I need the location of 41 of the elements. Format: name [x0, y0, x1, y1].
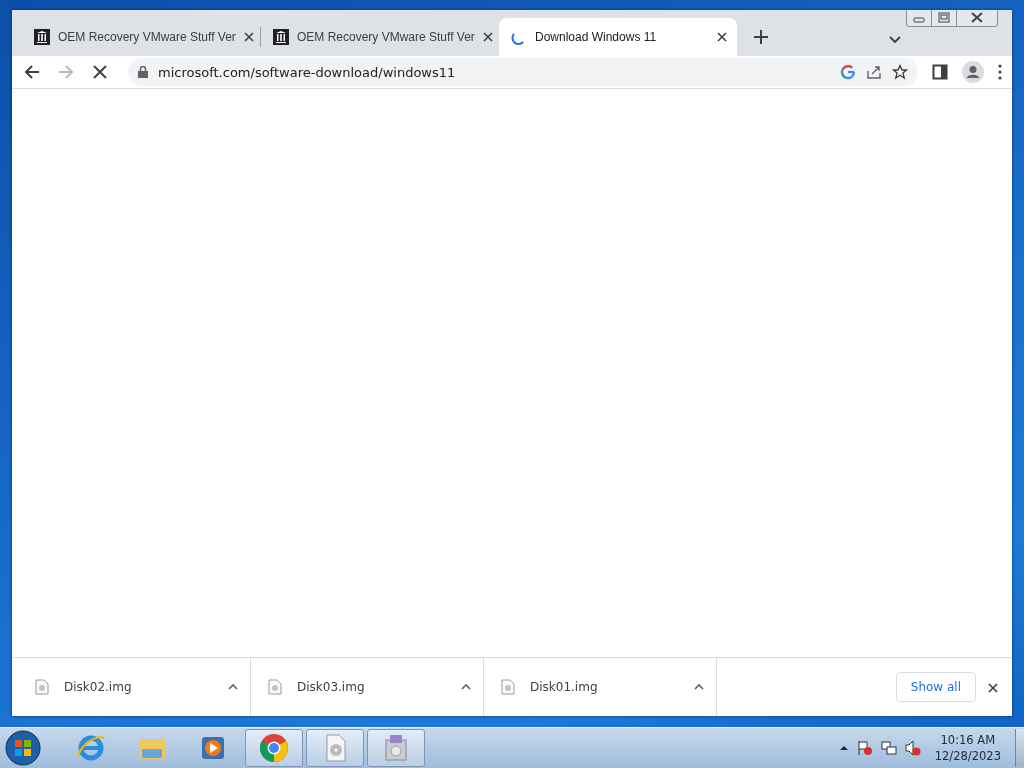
side-panel-icon[interactable] — [932, 64, 948, 80]
browser-tab[interactable]: OEM Recovery VMware Stuff Ver — [261, 18, 499, 56]
tab-close-icon[interactable] — [717, 32, 727, 42]
download-filename[interactable]: Disk02.img — [64, 680, 214, 694]
taskbar-button[interactable] — [245, 729, 303, 767]
download-filename[interactable]: Disk03.img — [297, 680, 447, 694]
download-filename[interactable]: Disk01.img — [530, 680, 680, 694]
google-g-icon[interactable] — [840, 64, 856, 80]
tab-close-icon[interactable] — [482, 32, 493, 42]
close-icon[interactable] — [988, 682, 998, 693]
museum-building-icon — [273, 29, 289, 45]
disc-file-icon — [500, 679, 516, 695]
star-icon[interactable] — [892, 64, 908, 80]
profile-avatar-icon[interactable] — [962, 61, 984, 83]
show-all-button[interactable]: Show all — [895, 672, 976, 702]
network-icon[interactable] — [880, 740, 897, 756]
browser-tab[interactable]: Download Windows 11 — [499, 18, 737, 56]
museum-building-icon — [34, 29, 50, 45]
flag-error-icon[interactable] — [856, 740, 873, 756]
chevron-down-icon[interactable] — [888, 34, 902, 44]
url-text: microsoft.com/software-download/windows11 — [158, 64, 457, 80]
show-desktop-button[interactable] — [1015, 729, 1024, 767]
tab-close-icon[interactable] — [243, 32, 254, 42]
show-hidden-icons-triangle-icon[interactable] — [838, 743, 849, 753]
browser-tab[interactable]: OEM Recovery VMware Stuff Ver — [22, 18, 260, 56]
disc-file-icon — [267, 679, 283, 695]
chrome-icon[interactable] — [258, 732, 290, 764]
taskbar-button[interactable] — [306, 729, 364, 767]
clock-date[interactable]: 12/28/2023 — [934, 748, 1001, 764]
lock-icon — [138, 66, 148, 78]
chevron-up-icon[interactable] — [228, 682, 238, 692]
share-icon[interactable] — [866, 64, 882, 80]
chevron-up-icon[interactable] — [461, 682, 471, 692]
address-bar[interactable]: microsoft.com/software-download/windows11 — [128, 58, 918, 86]
start-orb-icon[interactable] — [4, 729, 42, 767]
disc-file-icon — [34, 679, 50, 695]
chevron-up-icon[interactable] — [694, 682, 704, 692]
taskbar-button[interactable] — [367, 729, 425, 767]
speaker-muted-icon[interactable] — [904, 740, 921, 756]
menu-dots-icon[interactable] — [998, 64, 1002, 80]
clock-time[interactable]: 10:16 AM — [940, 732, 996, 748]
